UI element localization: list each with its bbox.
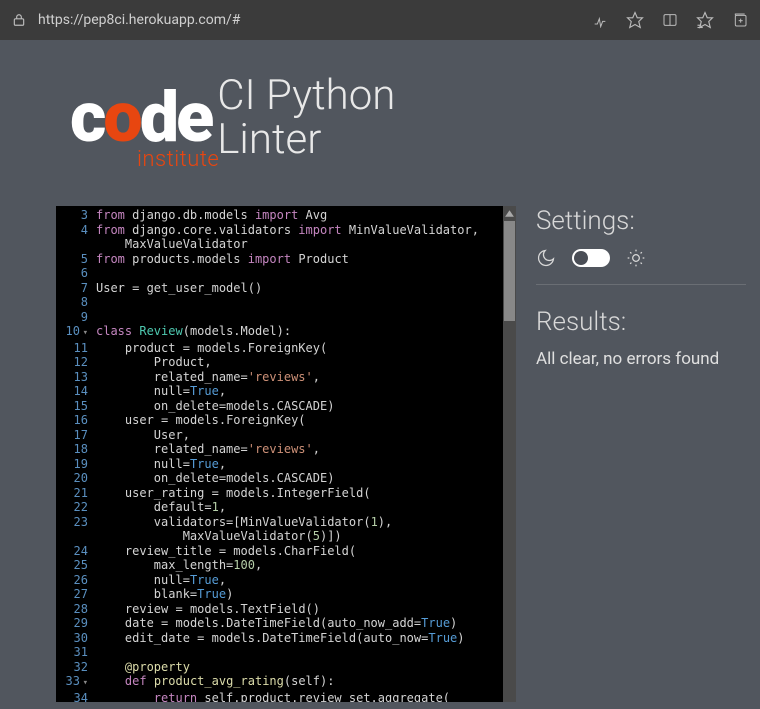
code-line[interactable]: 24 review_title = models.CharField( bbox=[56, 544, 516, 559]
code-line[interactable]: 13 related_name='reviews', bbox=[56, 370, 516, 385]
code-line[interactable]: 33▾ def product_avg_rating(self): bbox=[56, 674, 516, 691]
page-title: CI Python Linter bbox=[217, 74, 395, 162]
results-heading: Results: bbox=[536, 307, 746, 337]
url-text[interactable]: https://pep8ci.herokuapp.com/# bbox=[38, 12, 580, 28]
code-line[interactable]: 28 review = models.TextField() bbox=[56, 602, 516, 617]
read-aloud-icon[interactable] bbox=[592, 12, 608, 28]
code-line[interactable]: MaxValueValidator(5)]) bbox=[56, 529, 516, 544]
scrollbar-thumb[interactable] bbox=[504, 221, 515, 321]
code-line[interactable]: 9 bbox=[56, 310, 516, 325]
code-line[interactable]: 20 on_delete=models.CASCADE) bbox=[56, 471, 516, 486]
code-line[interactable]: 6 bbox=[56, 266, 516, 281]
code-line[interactable]: 23 validators=[MinValueValidator(1), bbox=[56, 515, 516, 530]
results-text: All clear, no errors found bbox=[536, 349, 746, 369]
logo: code institute bbox=[70, 87, 211, 150]
code-line[interactable]: 27 blank=True) bbox=[56, 587, 516, 602]
code-line[interactable]: 32 @property bbox=[56, 660, 516, 675]
settings-heading: Settings: bbox=[536, 206, 746, 236]
collections-icon[interactable] bbox=[732, 12, 748, 28]
moon-icon bbox=[536, 248, 556, 268]
code-line[interactable]: 4from django.core.validators import MinV… bbox=[56, 223, 516, 238]
favorites-list-icon[interactable] bbox=[696, 11, 714, 29]
code-line[interactable]: 29 date = models.DateTimeField(auto_now_… bbox=[56, 616, 516, 631]
code-line[interactable]: 22 default=1, bbox=[56, 500, 516, 515]
code-line[interactable]: 34 return self.product.review_set.aggreg… bbox=[56, 691, 516, 703]
scrollbar[interactable] bbox=[503, 206, 516, 702]
code-line[interactable]: MaxValueValidator bbox=[56, 237, 516, 252]
code-line[interactable]: 19 null=True, bbox=[56, 457, 516, 472]
header: code institute CI Python Linter bbox=[0, 58, 760, 178]
code-line[interactable]: 3from django.db.models import Avg bbox=[56, 208, 516, 223]
favorite-icon[interactable] bbox=[626, 11, 644, 29]
sun-icon bbox=[626, 248, 646, 268]
code-line[interactable]: 30 edit_date = models.DateTimeField(auto… bbox=[56, 631, 516, 646]
code-line[interactable]: 5from products.models import Product bbox=[56, 252, 516, 267]
code-line[interactable]: 26 null=True, bbox=[56, 573, 516, 588]
code-line[interactable]: 11 product = models.ForeignKey( bbox=[56, 341, 516, 356]
browser-address-bar: https://pep8ci.herokuapp.com/# bbox=[0, 0, 760, 40]
code-line[interactable]: 25 max_length=100, bbox=[56, 558, 516, 573]
lock-icon bbox=[12, 13, 26, 27]
code-line[interactable]: 17 User, bbox=[56, 428, 516, 443]
code-editor[interactable]: 3from django.db.models import Avg4from d… bbox=[56, 206, 516, 702]
code-line[interactable]: 15 on_delete=models.CASCADE) bbox=[56, 399, 516, 414]
theme-toggle[interactable] bbox=[572, 249, 610, 267]
code-line[interactable]: 8 bbox=[56, 295, 516, 310]
code-line[interactable]: 14 null=True, bbox=[56, 384, 516, 399]
code-line[interactable]: 12 Product, bbox=[56, 355, 516, 370]
code-line[interactable]: 31 bbox=[56, 645, 516, 660]
code-line[interactable]: 7User = get_user_model() bbox=[56, 281, 516, 296]
code-line[interactable]: 18 related_name='reviews', bbox=[56, 442, 516, 457]
code-line[interactable]: 21 user_rating = models.IntegerField( bbox=[56, 486, 516, 501]
code-line[interactable]: 10▾class Review(models.Model): bbox=[56, 324, 516, 341]
code-line[interactable]: 16 user = models.ForeignKey( bbox=[56, 413, 516, 428]
split-screen-icon[interactable] bbox=[662, 12, 678, 28]
